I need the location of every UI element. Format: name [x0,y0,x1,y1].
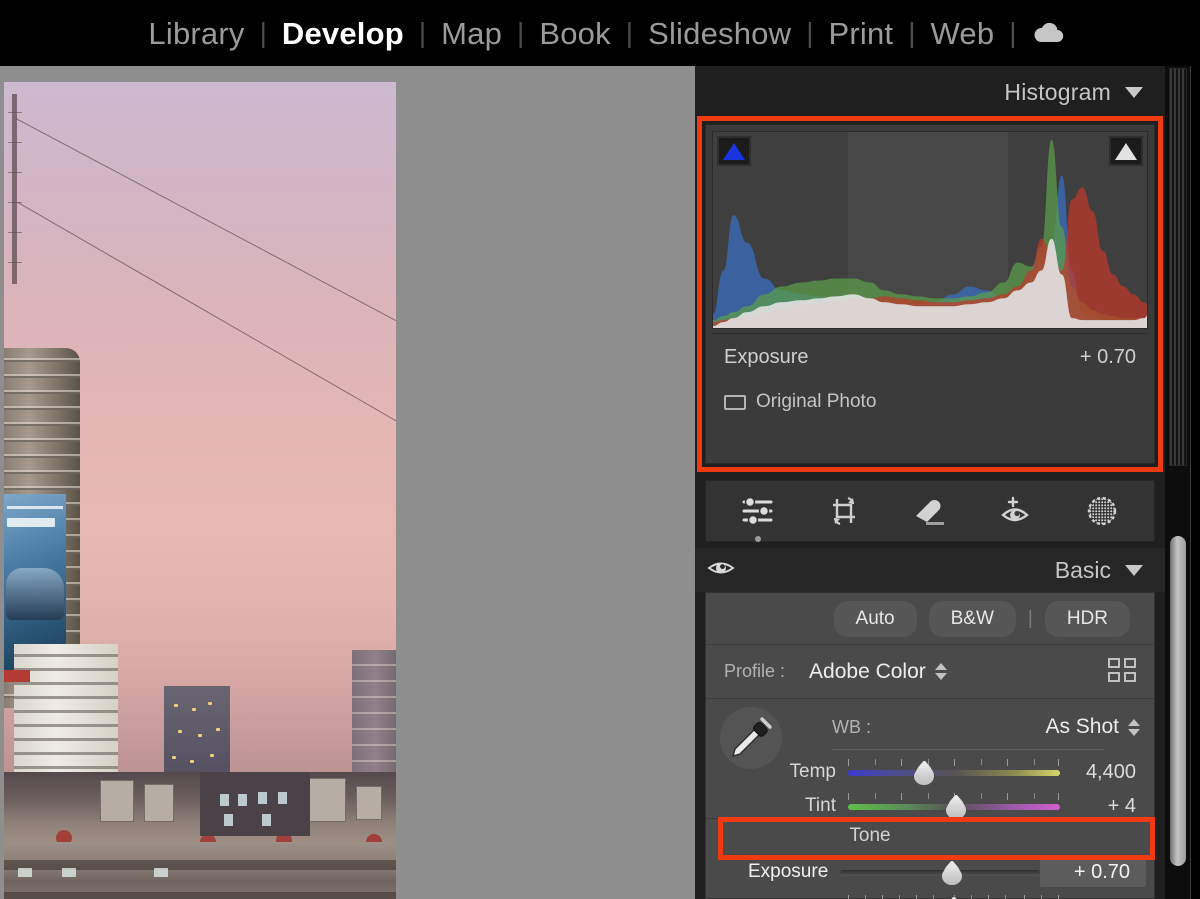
exposure-slider[interactable] [840,857,1039,887]
right-panel-scrollbar[interactable] [1165,66,1191,899]
active-tool-indicator [755,536,761,542]
white-balance-block: WB : As Shot Temp [706,699,1154,819]
tint-label: Tint [706,795,848,817]
stepper-up-down-icon[interactable] [1128,719,1140,736]
red-eye-icon [999,496,1033,526]
histogram-graph[interactable] [712,131,1148,329]
tint-slider[interactable] [848,791,1060,821]
profile-value[interactable]: Adobe Color [809,660,926,684]
crane-mast [12,94,17,284]
wb-label: WB : [832,717,871,738]
hdr-button[interactable]: HDR [1045,601,1130,637]
chevron-down-icon[interactable] [1125,565,1143,576]
module-slideshow[interactable]: Slideshow [634,18,805,49]
cloud-icon[interactable] [1032,21,1066,45]
sliders-icon [741,496,775,526]
masking-circle-icon [1086,495,1118,527]
basic-panel-body: Auto B&W | HDR Profile : Adobe Color [705,592,1155,899]
profile-grid-icon[interactable] [1108,658,1136,682]
module-book[interactable]: Book [525,18,624,49]
wb-preset-row[interactable]: WB : As Shot [832,707,1140,747]
healing-tool[interactable] [908,489,952,533]
stepper-up-down-icon[interactable] [935,663,947,680]
histogram-title: Histogram [1004,79,1111,106]
module-library[interactable]: Library [134,18,258,49]
triangle-up-icon [723,143,745,160]
histogram-panel-body: Exposure + 0.70 Original Photo [705,124,1155,464]
eye-icon[interactable] [707,558,735,583]
tint-slider-row: Tint [706,789,1154,823]
profile-label: Profile : [724,661,785,682]
chevron-down-icon[interactable] [1125,87,1143,98]
lightroom-develop-window: Library | Develop | Map | Book | Slidesh… [0,0,1200,899]
right-panel: Histogram [695,66,1200,899]
basic-adjustments-tool[interactable] [736,489,780,533]
triangle-up-icon [1115,143,1137,160]
temp-label: Temp [706,761,848,783]
lower-building-facade [4,842,396,899]
temp-value[interactable]: 4,400 [1060,761,1152,784]
red-signboard [4,670,30,682]
original-photo-toggle[interactable]: Original Photo [712,380,1148,424]
module-print[interactable]: Print [814,18,907,49]
histogram-readout: Exposure + 0.70 [712,333,1148,380]
wb-divider [832,749,1104,750]
temp-slider-track [848,770,1060,776]
bw-button[interactable]: B&W [929,601,1016,637]
button-separator: | [1028,608,1033,630]
temp-slider[interactable] [848,757,1060,787]
histogram-curves [713,132,1148,329]
basic-panel-header[interactable]: Basic [695,548,1165,592]
panel-right-edge [1191,66,1200,899]
tool-strip [705,480,1155,542]
module-separator: | [259,17,268,49]
module-separator: | [418,17,427,49]
red-eye-tool[interactable] [994,489,1038,533]
photo-preview[interactable] [4,82,396,899]
shadow-clipping-indicator[interactable] [717,136,751,166]
slider-ticks [848,759,1060,766]
histogram-panel-header[interactable]: Histogram [695,66,1165,118]
module-separator: | [516,17,525,49]
exposure-slider-knob[interactable] [941,860,963,886]
module-map[interactable]: Map [427,18,516,49]
temp-slider-row: Temp [706,755,1154,789]
module-separator: | [907,17,916,49]
exposure-value[interactable]: + 0.70 [1040,857,1146,887]
module-web[interactable]: Web [917,18,1009,49]
histogram-readout-value: + 0.70 [1080,346,1136,369]
crop-tool[interactable] [822,489,866,533]
module-separator: | [625,17,634,49]
exposure-slider-row: Exposure + 0.70 [706,855,1154,889]
module-separator: | [1008,17,1017,49]
module-develop[interactable]: Develop [268,18,418,49]
dark-rooftop-building [200,772,310,836]
exposure-label: Exposure [706,861,840,883]
tint-value[interactable]: + 4 [1060,795,1152,818]
highlight-clipping-indicator[interactable] [1109,136,1143,166]
basic-panel-title: Basic [1055,557,1111,584]
original-photo-label: Original Photo [756,391,876,413]
wb-value[interactable]: As Shot [1045,715,1119,739]
contrast-slider-row: Contrast [706,891,1154,899]
eraser-icon [913,497,947,525]
crop-rotate-icon [828,495,860,527]
image-canvas[interactable] [0,66,695,899]
contrast-slider[interactable] [848,893,1060,899]
histogram-readout-label: Exposure [724,346,809,369]
scrollbar-thumb[interactable] [1170,536,1186,866]
masking-tool[interactable] [1080,489,1124,533]
module-separator: | [805,17,814,49]
profile-row: Profile : Adobe Color [706,645,1154,699]
main-area: Histogram [0,66,1200,899]
scrollbar-track[interactable] [1169,68,1187,466]
tone-title: Tone [706,825,1154,847]
module-picker-bar: Library | Develop | Map | Book | Slidesh… [0,0,1200,66]
exposure-slider-track [840,870,1039,876]
treatment-row: Auto B&W | HDR [706,593,1154,645]
rectangle-icon [724,395,746,410]
auto-button[interactable]: Auto [834,601,917,637]
tone-block: Tone Exposure + 0.70 Contrast [706,819,1154,899]
